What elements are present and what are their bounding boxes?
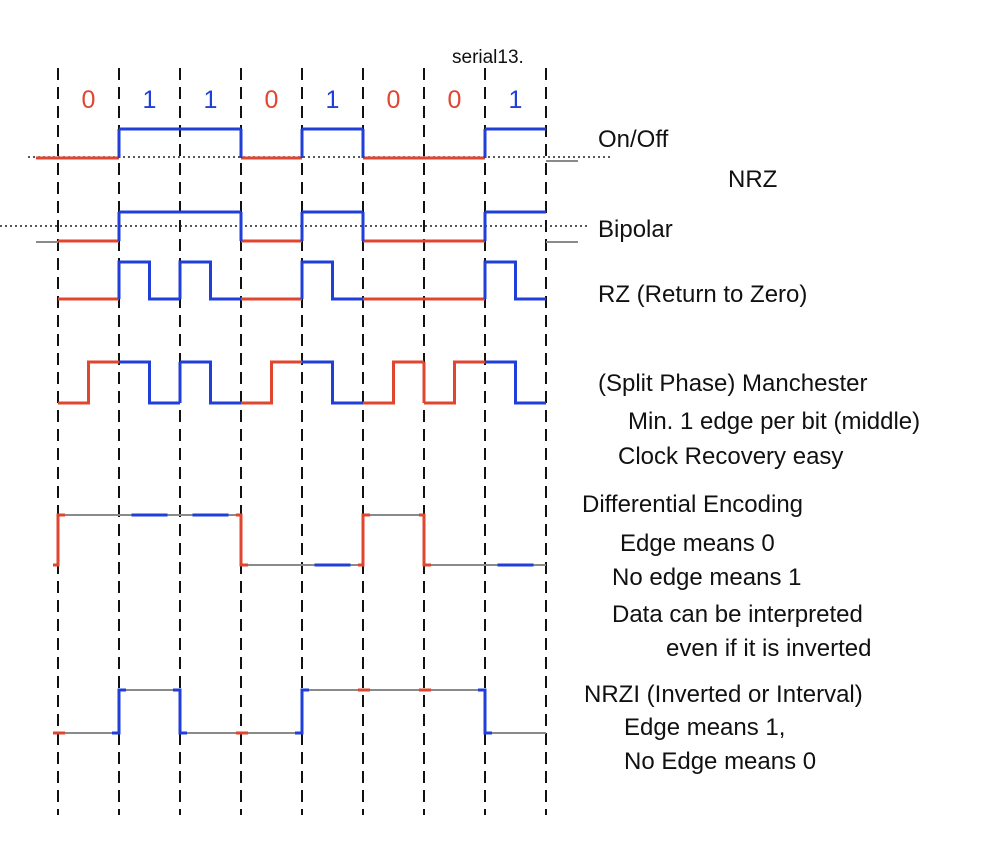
- label-differential: Differential Encoding: [582, 491, 804, 518]
- label-on-off: On/Off: [598, 126, 669, 153]
- bit-value-label: 0: [447, 86, 462, 114]
- bit-value-label: 1: [325, 86, 340, 114]
- nrzi-edge: [112, 688, 126, 735]
- bit-value-label: 1: [203, 86, 218, 114]
- diff-note-no-edge: No edge means 1: [612, 564, 802, 591]
- manchester-bit-segment: [424, 360, 485, 405]
- diff-edge: [236, 513, 248, 567]
- nrzi-edge: [173, 688, 187, 735]
- label-rz: RZ (Return to Zero): [598, 281, 808, 308]
- manchester-bit-segment: [302, 360, 363, 405]
- label-manchester: (Split Phase) Manchester: [598, 370, 868, 397]
- diff-edge: [419, 513, 431, 567]
- manchester-bit-segment: [363, 360, 424, 405]
- manchester-bit-segment: [58, 360, 119, 405]
- rz-bit-pulse: [300, 260, 363, 301]
- diff-note-edge: Edge means 0: [620, 530, 775, 557]
- waveforms: [36, 127, 546, 735]
- manchester-bit-segment: [180, 360, 241, 405]
- manchester-bit-segment: [485, 360, 546, 405]
- diff-note-inverted: even if it is inverted: [666, 635, 872, 662]
- rz-bit-pulse: [483, 260, 546, 301]
- nrzi-edge: [478, 688, 492, 735]
- bit-value-label: 1: [142, 86, 157, 114]
- label-nrzi: NRZI (Inverted or Interval): [584, 681, 863, 708]
- rz-bit-pulse: [117, 260, 180, 301]
- bit-value-label: 1: [508, 86, 523, 114]
- diff-note-interpret: Data can be interpreted: [612, 601, 863, 628]
- manchester-note-clock: Clock Recovery easy: [618, 443, 844, 470]
- reference-lines: [0, 156, 612, 243]
- source-label: serial13.: [452, 47, 524, 68]
- bit-value-label: 0: [386, 86, 401, 114]
- nrzi-edge: [295, 688, 309, 735]
- nrzi-note-edge: Edge means 1,: [624, 714, 786, 741]
- bit-value-label: 0: [264, 86, 279, 114]
- diff-edge: [53, 513, 65, 567]
- manchester-bit-segment: [119, 360, 180, 405]
- diff-edge: [358, 513, 370, 567]
- manchester-bit-segment: [241, 360, 302, 405]
- label-nrz: NRZ: [728, 166, 778, 193]
- bit-value-label: 0: [81, 86, 96, 114]
- rz-bit-pulse: [178, 260, 241, 301]
- manchester-note-edges: Min. 1 edge per bit (middle): [628, 408, 921, 435]
- label-bipolar: Bipolar: [598, 216, 673, 243]
- nrzi-note-no-edge: No Edge means 0: [624, 748, 817, 775]
